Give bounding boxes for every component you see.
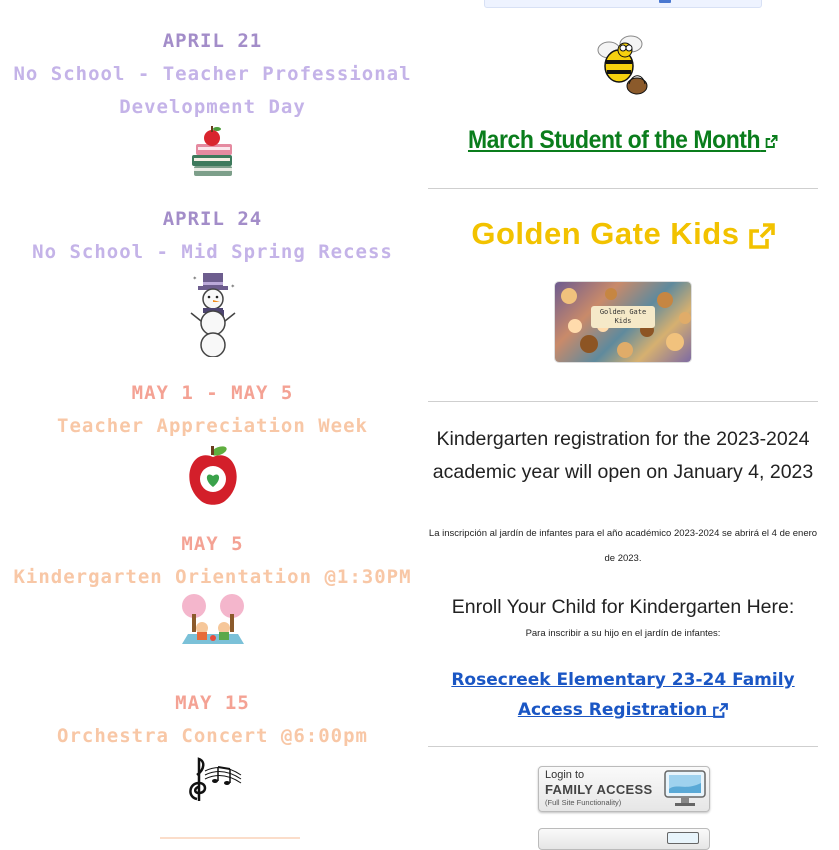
snowman-icon: * * bbox=[190, 273, 236, 357]
event-title-line: No School - Teacher Professional bbox=[13, 63, 412, 85]
search-box-partial[interactable] bbox=[484, 0, 762, 8]
event-may-15: MAY 15 Orchestra Concert @6:00pm bbox=[0, 692, 425, 805]
kids-picnic-icon bbox=[181, 594, 244, 644]
divider bbox=[428, 188, 818, 189]
event-april-21: APRIL 21 No School - Teacher Professiona… bbox=[0, 30, 425, 180]
event-may-5: MAY 5 Kindergarten Orientation @1:30PM bbox=[0, 533, 425, 650]
event-title-line: Teacher Appreciation Week bbox=[57, 415, 368, 437]
enroll-sub-es: Para inscribir a su hijo en el jardín de… bbox=[525, 628, 721, 639]
login-line3: (Full Site Functionality) bbox=[545, 798, 622, 807]
event-title-line: Orchestra Concert @6:00pm bbox=[57, 725, 368, 747]
sidebar-column: March Student of the Month Golden Gate K… bbox=[428, 0, 818, 850]
family-access-link-label: Rosecreek Elementary 23-24 Family Access… bbox=[451, 670, 795, 720]
monitor-icon bbox=[664, 770, 706, 806]
external-link-icon bbox=[748, 223, 775, 249]
secondary-access-button-partial[interactable] bbox=[538, 828, 710, 850]
login-line1: Login to bbox=[545, 769, 585, 781]
divider bbox=[428, 746, 818, 747]
svg-text:*: * bbox=[193, 276, 198, 283]
event-date: MAY 1 - MAY 5 bbox=[131, 382, 294, 404]
registration-text: Kindergarten registration for the 2023-2… bbox=[432, 428, 814, 483]
music-notes-icon bbox=[188, 757, 241, 801]
bee-icon bbox=[597, 35, 648, 95]
event-april-24: APRIL 24 No School - Mid Spring Recess *… bbox=[0, 208, 425, 357]
search-icon bbox=[659, 0, 671, 3]
registration-text-es: La inscripción al jardín de infantes par… bbox=[428, 528, 818, 564]
golden-gate-kids-image[interactable]: Golden Gate Kids bbox=[555, 282, 691, 362]
books-apple-icon bbox=[191, 126, 232, 176]
next-event-partial bbox=[160, 834, 300, 839]
event-date: MAY 5 bbox=[181, 533, 244, 555]
student-of-month-link[interactable]: March Student of the Month bbox=[444, 126, 803, 155]
external-link-icon bbox=[713, 702, 729, 718]
apple-icon bbox=[188, 446, 237, 505]
ggk-image-text: Golden Gate bbox=[599, 308, 647, 316]
svg-text:*: * bbox=[231, 284, 236, 291]
divider bbox=[428, 401, 818, 402]
ggk-banner: Golden Gate Kids bbox=[591, 306, 655, 328]
login-line2: FAMILY ACCESS bbox=[545, 782, 653, 797]
event-date: MAY 15 bbox=[175, 692, 250, 714]
family-access-registration-link[interactable]: Rosecreek Elementary 23-24 Family Access… bbox=[428, 665, 818, 725]
event-title-line: No School - Mid Spring Recess bbox=[32, 241, 393, 263]
event-may-1-5: MAY 1 - MAY 5 Teacher Appreciation Week bbox=[0, 382, 425, 507]
enroll-heading: Enroll Your Child for Kindergarten Here: bbox=[451, 596, 795, 618]
monitor-icon bbox=[667, 832, 699, 844]
event-title-line: Kindergarten Orientation @1:30PM bbox=[13, 566, 412, 588]
login-family-access-button[interactable]: Login to FAMILY ACCESS (Full Site Functi… bbox=[538, 766, 710, 812]
events-column: APRIL 21 No School - Teacher Professiona… bbox=[0, 0, 425, 839]
golden-gate-kids-label: Golden Gate Kids bbox=[471, 216, 740, 251]
ggk-image-text: Kids bbox=[614, 317, 632, 325]
event-date: APRIL 21 bbox=[162, 30, 263, 52]
golden-gate-kids-link[interactable]: Golden Gate Kids bbox=[428, 216, 818, 252]
event-title-line: Development Day bbox=[119, 96, 306, 118]
student-of-month-label: March Student of the Month bbox=[467, 126, 761, 154]
external-link-icon bbox=[766, 134, 779, 148]
event-date: APRIL 24 bbox=[162, 208, 263, 230]
